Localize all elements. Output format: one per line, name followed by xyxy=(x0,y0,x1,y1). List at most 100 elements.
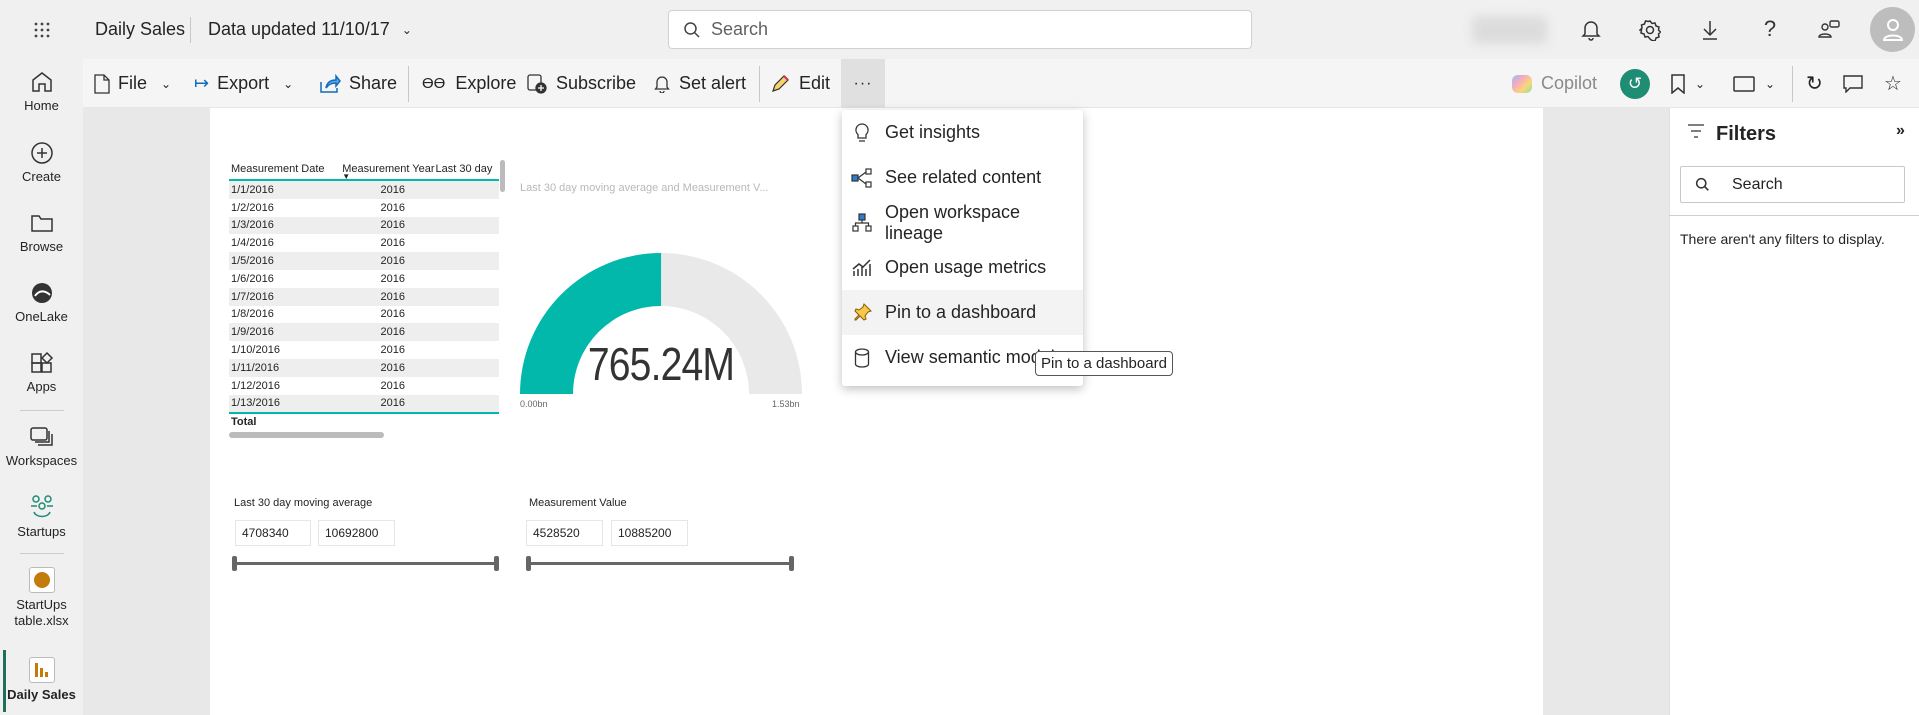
table-row[interactable]: 1/5/2016 2016 xyxy=(229,252,499,270)
slicer-min-handle[interactable] xyxy=(232,556,237,571)
cell-year: 2016 xyxy=(380,183,405,196)
export-menu-button[interactable]: ↦ Export ⌄ xyxy=(194,59,293,108)
onelake-icon xyxy=(31,283,52,303)
edit-label: Edit xyxy=(799,73,831,93)
column-header[interactable]: Measurement Date xyxy=(229,163,334,175)
nav-browse[interactable]: Browse xyxy=(0,211,83,255)
column-header-label: Measurement Year xyxy=(342,163,435,175)
data-table[interactable]: Measurement Date Measurement Year ▼ Last … xyxy=(229,159,499,430)
bookmark-icon xyxy=(1671,73,1685,94)
file-label: File xyxy=(118,73,148,93)
table-row[interactable]: 1/7/2016 2016 xyxy=(229,287,499,306)
user-avatar[interactable] xyxy=(1870,7,1915,52)
set-alert-button[interactable]: Set alert xyxy=(654,59,746,108)
filters-empty-message: There aren't any filters to display. xyxy=(1680,231,1885,247)
slicer-max-handle[interactable] xyxy=(494,556,499,571)
set-alert-label: Set alert xyxy=(679,73,747,93)
table-row[interactable]: 1/2/2016 2016 xyxy=(229,199,499,217)
nav-create[interactable]: Create xyxy=(0,141,83,185)
slicer-range-track[interactable] xyxy=(528,562,792,565)
download-icon[interactable] xyxy=(1697,17,1723,43)
gauge-chart[interactable] xyxy=(510,240,820,420)
feedback-people-icon[interactable] xyxy=(1817,17,1843,43)
nav-home[interactable]: Home xyxy=(0,70,83,114)
bookmark-button[interactable]: ⌄ xyxy=(1671,59,1705,108)
export-arrow-icon: ↦ xyxy=(194,73,210,93)
slicer-max-input[interactable]: 10885200 xyxy=(611,520,688,546)
table-row[interactable]: 1/10/2016 2016 xyxy=(229,341,499,359)
menu-item-label: Pin to a dashboard xyxy=(885,302,1037,322)
more-options-icon: ··· xyxy=(853,74,873,92)
collapse-filters-icon[interactable]: » xyxy=(1896,122,1905,140)
favorite-button[interactable]: ☆ xyxy=(1884,59,1902,108)
menu-item-open-workspace-lineage[interactable]: Open workspace lineage xyxy=(842,200,1083,245)
cell-year: 2016 xyxy=(380,326,405,339)
cell-date: 1/8/2016 xyxy=(231,308,274,321)
nav-daily-sales[interactable]: Daily Sales xyxy=(0,657,83,703)
cell-date: 1/12/2016 xyxy=(231,379,280,392)
menu-item-get-insights[interactable]: Get insights xyxy=(842,110,1083,155)
tooltip: Pin to a dashboard xyxy=(1035,351,1173,376)
bell-icon xyxy=(654,75,670,93)
table-row[interactable]: 1/6/2016 2016 xyxy=(229,270,499,288)
nav-workspaces[interactable]: Workspaces xyxy=(0,425,83,469)
app-launcher-icon[interactable] xyxy=(30,18,54,42)
edit-button[interactable]: Edit xyxy=(770,59,830,108)
refresh-button[interactable]: ↻ xyxy=(1806,59,1823,108)
data-updated-label: Data updated 11/10/17 xyxy=(208,19,390,39)
column-header[interactable]: Measurement Year ▼ xyxy=(334,163,435,181)
table-row[interactable]: 1/9/2016 2016 xyxy=(229,323,499,342)
slicer-min-handle[interactable] xyxy=(526,556,531,571)
settings-gear-icon[interactable] xyxy=(1637,17,1663,43)
nav-startups-table[interactable]: StartUps table.xlsx xyxy=(0,567,83,629)
report-title[interactable]: Daily Sales xyxy=(95,19,185,40)
menu-item-see-related-content[interactable]: See related content xyxy=(842,155,1083,200)
column-header[interactable]: Last 30 day xyxy=(435,163,499,175)
copilot-button[interactable]: Copilot xyxy=(1512,59,1597,108)
share-button[interactable]: Share xyxy=(319,59,397,108)
comment-button[interactable] xyxy=(1843,59,1863,108)
copilot-icon xyxy=(1512,74,1532,93)
table-row[interactable]: 1/4/2016 2016 xyxy=(229,234,499,252)
explore-button[interactable]: ϴϴ Explore xyxy=(422,59,516,108)
table-row[interactable]: 1/12/2016 2016 xyxy=(229,377,499,395)
nav-label: Create xyxy=(21,169,62,184)
reset-icon[interactable]: ↺ xyxy=(1620,69,1650,99)
nav-apps[interactable]: Apps xyxy=(0,351,83,395)
slicer-max-handle[interactable] xyxy=(789,556,794,571)
table-row[interactable]: 1/8/2016 2016 xyxy=(229,306,499,324)
copilot-label: Copilot xyxy=(1541,73,1598,93)
filters-divider xyxy=(1669,215,1919,216)
menu-item-pin-to-dashboard[interactable]: Pin to a dashboard xyxy=(842,290,1083,335)
table-row[interactable]: 1/11/2016 2016 xyxy=(229,358,499,377)
binoculars-icon: ϴϴ xyxy=(422,75,446,92)
table-row[interactable]: 1/3/2016 2016 xyxy=(229,216,499,235)
cell-year: 2016 xyxy=(380,308,405,321)
notifications-icon[interactable] xyxy=(1578,17,1604,43)
more-options-button[interactable]: ··· xyxy=(841,59,885,108)
slicer-max-input[interactable]: 10692800 xyxy=(318,520,395,546)
table-horizontal-scrollbar[interactable] xyxy=(229,432,384,438)
menu-item-label: See related content xyxy=(885,167,1042,187)
help-icon[interactable]: ? xyxy=(1757,15,1783,43)
slicer-min-input[interactable]: 4708340 xyxy=(235,520,311,546)
filters-search-input[interactable]: Search xyxy=(1680,166,1905,203)
table-vertical-scrollbar[interactable] xyxy=(500,160,505,192)
view-button[interactable]: ⌄ xyxy=(1733,59,1775,108)
search-input[interactable]: Search xyxy=(668,10,1252,49)
toolbar-divider xyxy=(759,66,760,102)
file-menu-button[interactable]: File ⌄ xyxy=(94,59,171,108)
pencil-icon xyxy=(772,74,789,92)
table-header: Measurement Date Measurement Year ▼ Last … xyxy=(229,159,499,181)
subscribe-button[interactable]: Subscribe xyxy=(527,59,636,108)
cell-year: 2016 xyxy=(380,255,405,268)
data-updated-dropdown[interactable]: Data updated 11/10/17 ⌄ xyxy=(208,19,412,40)
pin-icon xyxy=(850,302,874,323)
table-row[interactable]: 1/13/2016 2016 xyxy=(229,394,499,413)
slicer-min-input[interactable]: 4528520 xyxy=(526,520,603,546)
nav-startups-workspace[interactable]: Startups xyxy=(0,494,83,540)
nav-onelake[interactable]: OneLake xyxy=(0,281,83,325)
table-row[interactable]: 1/1/2016 2016 xyxy=(229,181,499,199)
slicer-range-track[interactable] xyxy=(234,562,497,565)
menu-item-open-usage-metrics[interactable]: Open usage metrics xyxy=(842,245,1083,290)
